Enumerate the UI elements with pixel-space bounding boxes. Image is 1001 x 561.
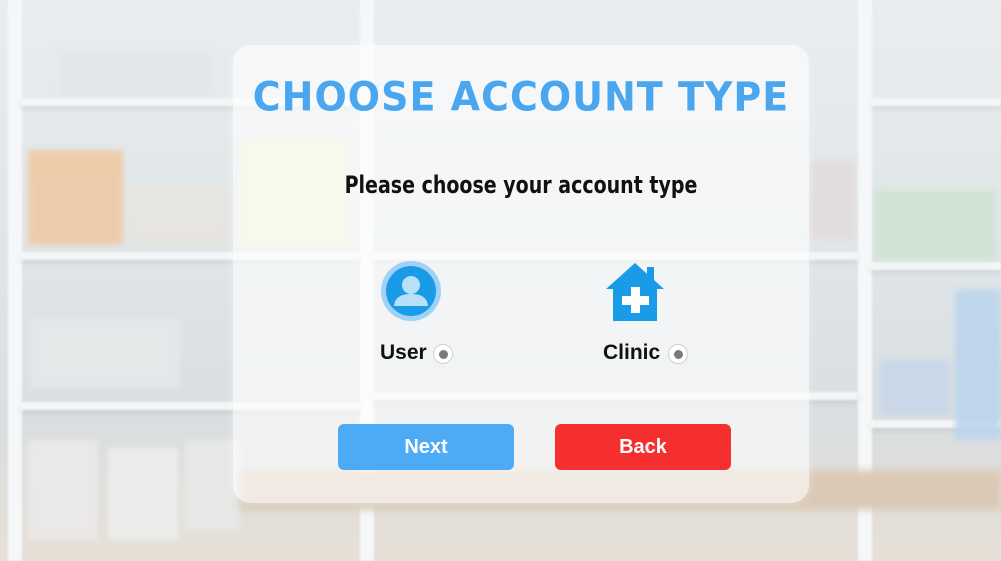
instruction-text: Please choose your account type [344, 171, 698, 199]
medicine-box [130, 185, 230, 245]
page-title: CHOOSE ACCOUNT TYPE [252, 73, 790, 121]
medicine-box [810, 160, 855, 240]
medicine-box [875, 190, 995, 260]
medicine-box [28, 150, 123, 245]
clinic-option-label: Clinic [603, 341, 661, 364]
medicine-box [955, 290, 1001, 440]
user-circle-icon[interactable] [379, 259, 443, 327]
shelf-post [8, 0, 22, 561]
back-button[interactable]: Back [555, 424, 731, 470]
account-type-card: CHOOSE ACCOUNT TYPE Please choose your a… [233, 45, 809, 503]
medicine-box [30, 318, 180, 388]
medicine-box [108, 448, 178, 540]
medicine-box [880, 360, 950, 415]
shelf [870, 98, 1001, 106]
clinic-house-icon[interactable] [603, 259, 667, 327]
user-option-label: User [380, 341, 427, 364]
medicine-box [60, 50, 210, 95]
medicine-box [185, 440, 240, 530]
medicine-box [28, 440, 98, 540]
user-radio[interactable] [433, 344, 453, 364]
next-button[interactable]: Next [338, 424, 514, 470]
shelf [870, 262, 1001, 270]
clinic-radio[interactable] [668, 344, 688, 364]
